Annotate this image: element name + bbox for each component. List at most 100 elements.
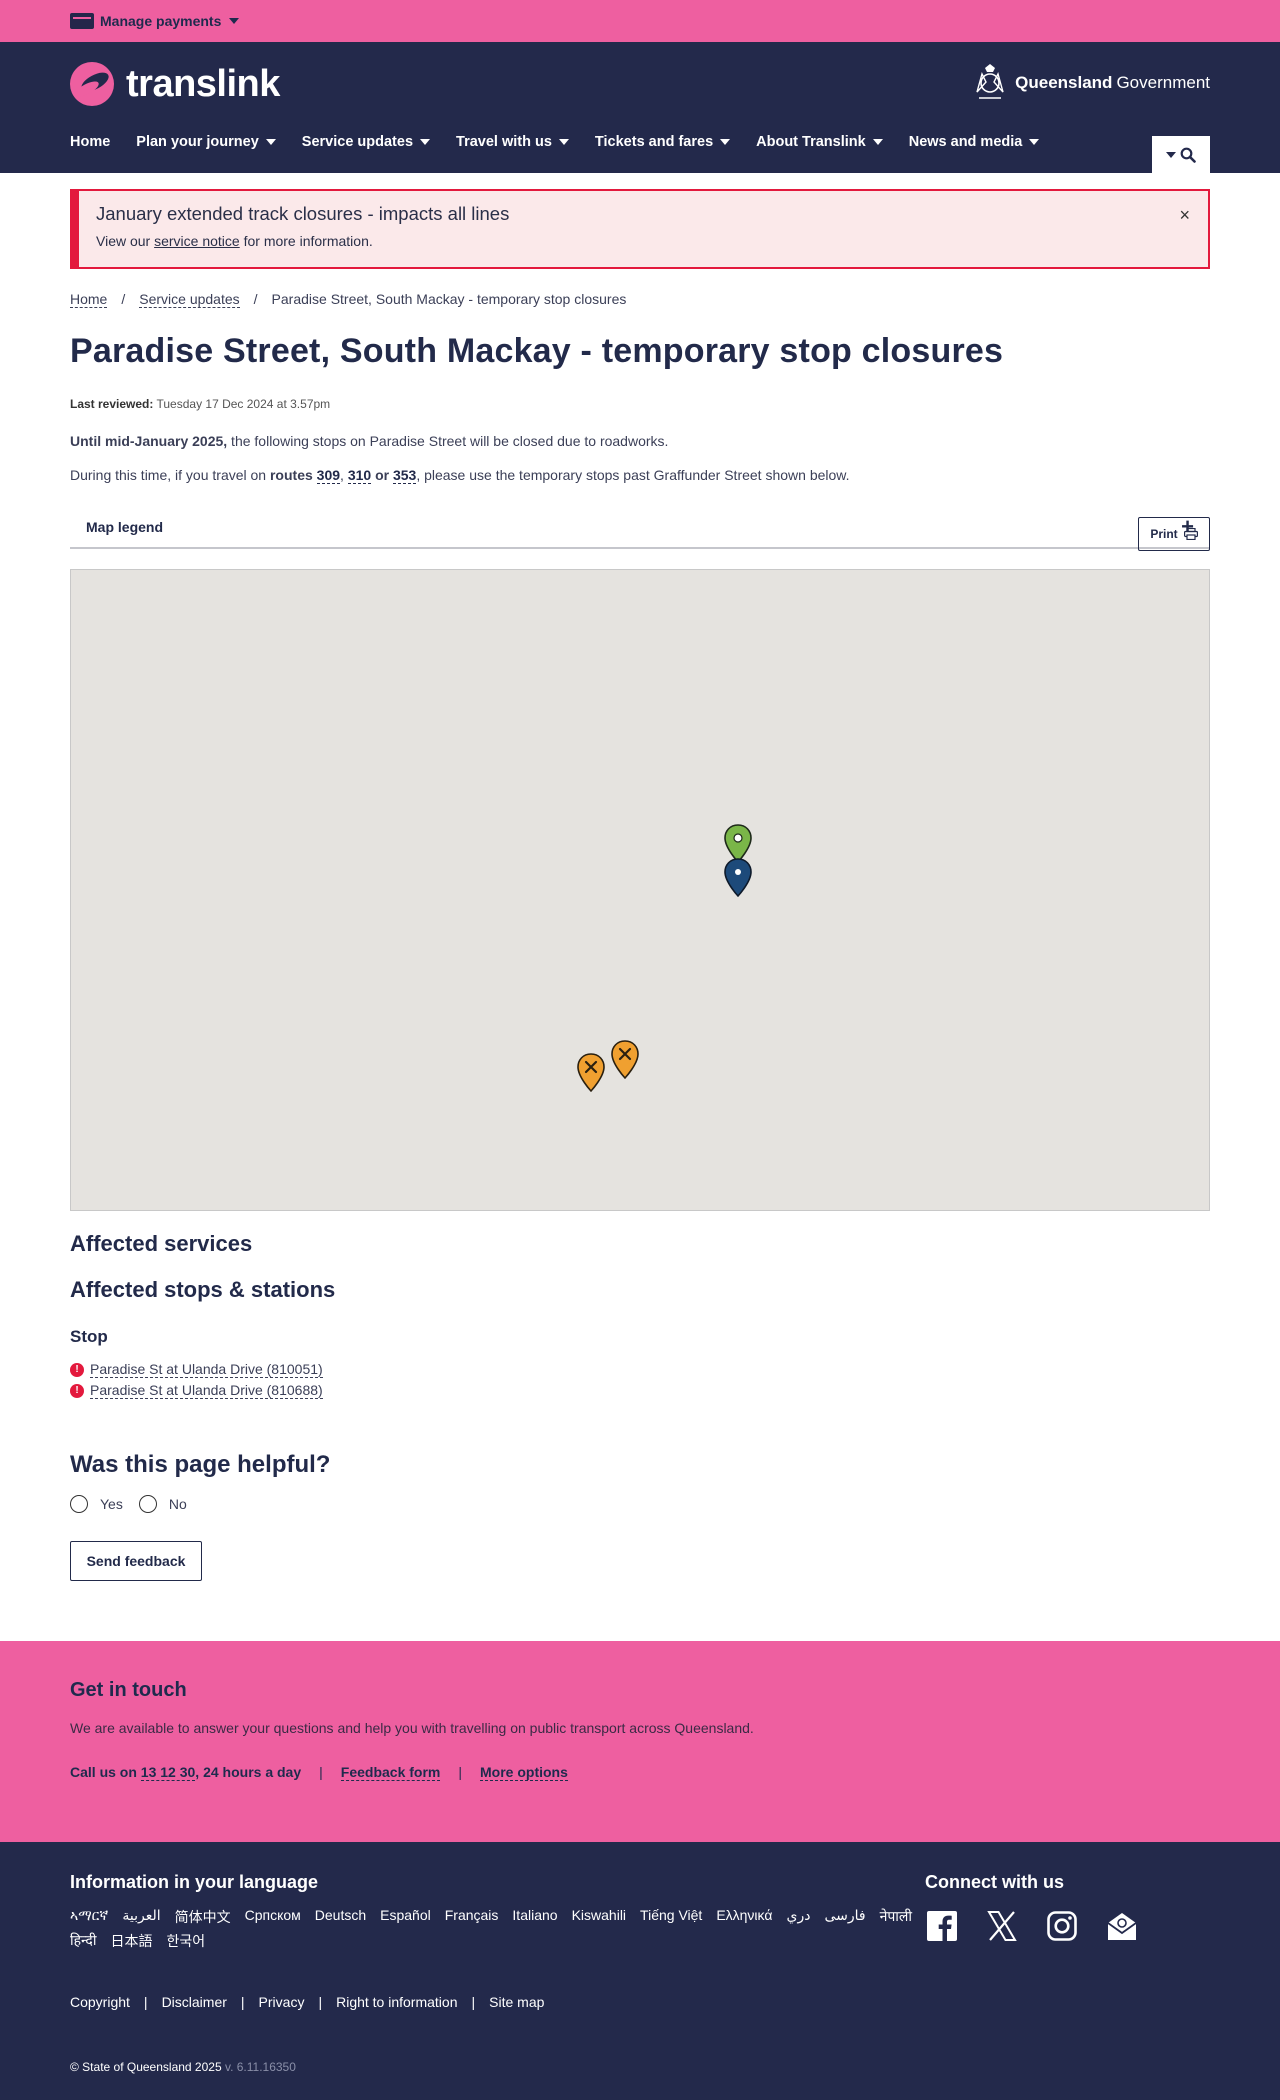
- disclaimer-link[interactable]: Disclaimer: [162, 1994, 227, 2010]
- facebook-icon[interactable]: [925, 1909, 959, 1943]
- feedback-form-link[interactable]: Feedback form: [340, 1764, 441, 1781]
- manage-payments-label: Manage payments: [100, 13, 222, 29]
- copyright-text: © State of Queensland 2025: [70, 2060, 222, 2074]
- closed-stop-pin-icon[interactable]: [610, 1040, 640, 1080]
- closed-stop-pin-icon[interactable]: [576, 1053, 606, 1093]
- last-reviewed: Last reviewed: Tuesday 17 Dec 2024 at 3.…: [70, 397, 1210, 411]
- manage-payments-menu[interactable]: Manage payments: [70, 13, 240, 29]
- nav-plan-label: Plan your journey: [136, 134, 259, 150]
- chevron-down-icon: [1029, 139, 1040, 145]
- no-label[interactable]: No: [169, 1496, 187, 1512]
- nav-travel-with-us[interactable]: Travel with us: [456, 134, 569, 150]
- breadcrumb-separator: /: [253, 291, 258, 307]
- nav-home-label: Home: [70, 134, 111, 150]
- x-twitter-icon[interactable]: [985, 1909, 1019, 1943]
- no-radio[interactable]: [138, 1495, 157, 1513]
- language-link[interactable]: العربية: [122, 1907, 160, 1927]
- alert-msg-suffix: for more information.: [239, 233, 373, 249]
- language-link[interactable]: Deutsch: [315, 1907, 366, 1927]
- route-309-link[interactable]: 309: [316, 467, 341, 484]
- language-link[interactable]: Italiano: [512, 1907, 557, 1927]
- card-icon: [70, 13, 94, 29]
- language-link[interactable]: Español: [380, 1907, 431, 1927]
- intro-paragraph: Until mid-January 2025, the following st…: [70, 433, 1210, 449]
- chevron-down-icon: [1166, 152, 1176, 158]
- breadcrumb-current: Paradise Street, South Mackay - temporar…: [271, 291, 627, 307]
- intro-rest: the following stops on Paradise Street w…: [227, 433, 669, 449]
- queensland-government-logo[interactable]: Queensland Government: [969, 62, 1210, 104]
- alert-title: January extended track closures - impact…: [96, 203, 510, 224]
- nav-service-label: Service updates: [301, 134, 414, 150]
- get-in-touch-heading: Get in touch: [70, 1679, 187, 1701]
- nav-home[interactable]: Home: [70, 134, 110, 150]
- chevron-down-icon: [872, 139, 883, 145]
- language-link[interactable]: فارسی: [824, 1907, 865, 1927]
- affected-stop-list: ! Paradise St at Ulanda Drive (810051) !…: [70, 1359, 1210, 1401]
- phone-link[interactable]: 13 12 30: [140, 1764, 196, 1781]
- yes-label[interactable]: Yes: [100, 1496, 123, 1512]
- station-pin-icon[interactable]: [723, 858, 753, 898]
- nav-news-label: News and media: [908, 134, 1023, 150]
- search-icon: [1180, 147, 1196, 163]
- nav-about-translink[interactable]: About Translink: [756, 134, 883, 150]
- site-map-link[interactable]: Site map: [489, 1994, 544, 2010]
- map-legend-label: Map legend: [86, 519, 164, 535]
- nav-travel-label: Travel with us: [456, 134, 552, 150]
- route-353-link[interactable]: 353: [392, 467, 417, 484]
- route-310-link[interactable]: 310: [347, 467, 372, 484]
- separator: |: [318, 1994, 323, 2010]
- intro-bold: Until mid-January 2025,: [70, 433, 228, 449]
- language-link[interactable]: Français: [445, 1907, 499, 1927]
- printer-icon: [1183, 528, 1198, 540]
- nav-news-and-media[interactable]: News and media: [909, 134, 1040, 150]
- language-link[interactable]: 한국어: [166, 1931, 205, 1951]
- language-link[interactable]: 简体中文: [175, 1907, 231, 1927]
- map-legend-toggle[interactable]: Map legend +: [70, 507, 1210, 549]
- nav-plan-your-journey[interactable]: Plan your journey: [136, 134, 276, 150]
- language-link[interactable]: دري: [786, 1907, 810, 1927]
- chevron-down-icon: [420, 139, 431, 145]
- copyright-notice: © State of Queensland 2025 v. 6.11.16350: [70, 2060, 296, 2074]
- separator: |: [458, 1764, 462, 1780]
- last-reviewed-label: Last reviewed:: [70, 397, 154, 411]
- language-link[interactable]: 日本語: [110, 1931, 152, 1951]
- routes-word: routes: [269, 467, 313, 483]
- breadcrumb-home[interactable]: Home: [70, 291, 108, 308]
- nav-about-label: About Translink: [756, 134, 866, 150]
- search-button[interactable]: [1152, 136, 1210, 174]
- contact-links: Call us on 13 12 30, 24 hours a day | Fe…: [70, 1764, 1210, 1781]
- map-view[interactable]: [70, 569, 1210, 1211]
- call-prefix: Call us on: [70, 1764, 141, 1780]
- social-links: [925, 1909, 1165, 1943]
- stop-link[interactable]: Paradise St at Ulanda Drive (810051): [90, 1361, 323, 1378]
- print-button[interactable]: Print: [1138, 517, 1210, 551]
- nav-tickets-and-fares[interactable]: Tickets and fares: [594, 134, 731, 150]
- gov-text: Government: [1116, 73, 1210, 92]
- nav-tickets-label: Tickets and fares: [594, 134, 714, 150]
- language-link[interactable]: Kiswahili: [572, 1907, 626, 1927]
- separator: |: [319, 1764, 323, 1780]
- yes-radio[interactable]: [70, 1495, 88, 1513]
- instagram-icon[interactable]: [1045, 1909, 1079, 1943]
- more-options-link[interactable]: More options: [480, 1764, 568, 1781]
- right-to-information-link[interactable]: Right to information: [336, 1994, 457, 2010]
- nav-service-updates[interactable]: Service updates: [301, 134, 431, 150]
- service-notice-link[interactable]: service notice: [154, 233, 240, 249]
- language-link[interactable]: हिन्दी: [70, 1931, 96, 1951]
- privacy-link[interactable]: Privacy: [259, 1994, 305, 2010]
- copyright-link[interactable]: Copyright: [70, 1994, 130, 2010]
- language-link[interactable]: Ελληνικά: [716, 1907, 772, 1927]
- language-link[interactable]: Српском: [245, 1907, 301, 1927]
- get-in-touch-text: We are available to answer your question…: [70, 1720, 754, 1736]
- language-link[interactable]: Tiếng Việt: [640, 1907, 702, 1927]
- language-link[interactable]: ኣማርኛ: [70, 1907, 108, 1927]
- breadcrumb-service-updates[interactable]: Service updates: [139, 291, 240, 308]
- send-feedback-button[interactable]: Send feedback: [70, 1541, 202, 1581]
- close-icon[interactable]: ×: [1179, 205, 1190, 226]
- translink-logo[interactable]: translink: [70, 62, 280, 106]
- language-link[interactable]: नेपाली: [880, 1907, 912, 1927]
- email-newsletter-icon[interactable]: [1105, 1909, 1139, 1943]
- translink-logo-icon: [70, 62, 114, 106]
- stop-link[interactable]: Paradise St at Ulanda Drive (810688): [90, 1382, 323, 1399]
- warning-icon: !: [70, 1362, 84, 1377]
